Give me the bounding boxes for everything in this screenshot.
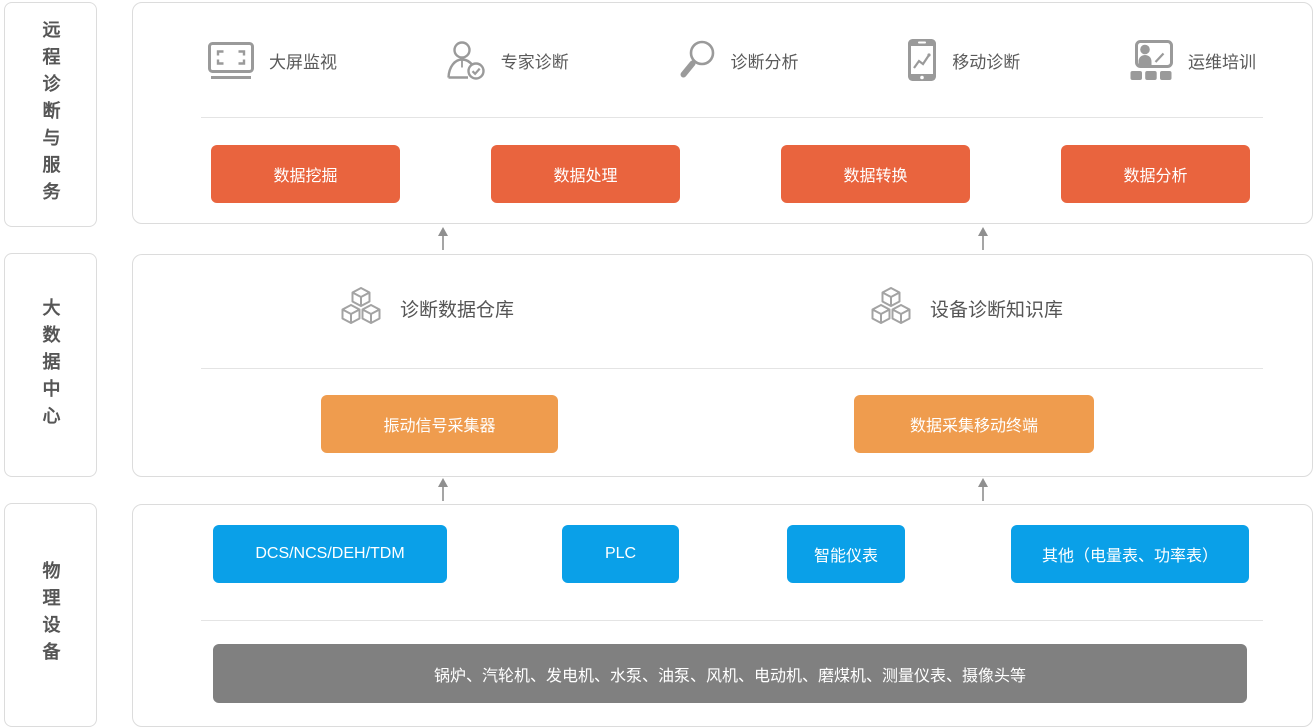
cubes-icon — [868, 285, 914, 331]
screen-monitor-icon — [208, 42, 254, 79]
node-plc-button[interactable]: PLC — [562, 525, 679, 583]
service-label: 运维培训 — [1188, 48, 1256, 73]
service-item: 诊断分析 — [678, 40, 799, 80]
node-other-meters-button[interactable]: 其他（电量表、功率表） — [1011, 525, 1249, 583]
up-arrow-icon — [976, 478, 990, 502]
service-item: 运维培训 — [1129, 40, 1256, 81]
magnifier-icon — [678, 40, 716, 80]
node-data-processing-button[interactable]: 数据处理 — [491, 145, 680, 203]
mobile-chart-icon — [907, 38, 937, 82]
node-data-transform-button[interactable]: 数据转换 — [781, 145, 970, 203]
services-row: 大屏监视 专家诊断 — [208, 24, 1256, 96]
node-smart-meter-button[interactable]: 智能仪表 — [787, 525, 905, 583]
service-item: 大屏监视 — [208, 42, 337, 79]
up-arrow-icon — [436, 478, 450, 502]
panel-remote-diagnosis-service: 大屏监视 专家诊断 — [132, 2, 1313, 224]
node-data-mining-button[interactable]: 数据挖掘 — [211, 145, 400, 203]
layer-box-big-data-center: 大数据中心 — [4, 253, 97, 477]
architecture-diagram: 远程诊断与服务 大数据中心 物理设备 大屏监视 — [0, 0, 1316, 728]
node-vibration-collector-button[interactable]: 振动信号采集器 — [321, 395, 558, 453]
cubes-icon — [338, 285, 384, 331]
panel-big-data-center: 诊断数据仓库 设备诊断知识库 振动信号采集器 数据采集移动终端 — [132, 254, 1313, 477]
layer-label: 物理设备 — [42, 561, 60, 669]
service-label: 诊断分析 — [731, 48, 799, 73]
divider — [201, 368, 1263, 369]
store-item: 设备诊断知识库 — [868, 283, 1063, 333]
panel-physical-devices: DCS/NCS/DEH/TDM PLC 智能仪表 其他（电量表、功率表） 锅炉、… — [132, 504, 1313, 727]
divider — [201, 117, 1263, 118]
store-label: 诊断数据仓库 — [400, 295, 514, 322]
layer-box-physical-devices: 物理设备 — [4, 503, 97, 727]
service-label: 大屏监视 — [269, 48, 337, 73]
node-mobile-data-terminal-button[interactable]: 数据采集移动终端 — [854, 395, 1094, 453]
node-dcs-ncs-deh-tdm-button[interactable]: DCS/NCS/DEH/TDM — [213, 525, 447, 583]
node-data-analysis-button[interactable]: 数据分析 — [1061, 145, 1250, 203]
layer-label: 大数据中心 — [42, 298, 60, 433]
divider — [201, 620, 1263, 621]
store-label: 设备诊断知识库 — [930, 295, 1063, 322]
service-label: 移动诊断 — [952, 48, 1020, 73]
training-icon — [1129, 40, 1173, 81]
up-arrow-icon — [436, 227, 450, 251]
service-item: 移动诊断 — [907, 38, 1020, 82]
expert-check-icon — [446, 40, 486, 81]
layer-box-remote-diagnosis: 远程诊断与服务 — [4, 2, 97, 227]
service-item: 专家诊断 — [446, 40, 569, 81]
store-item: 诊断数据仓库 — [338, 283, 514, 333]
layer-label: 远程诊断与服务 — [42, 20, 60, 209]
up-arrow-icon — [976, 227, 990, 251]
service-label: 专家诊断 — [501, 48, 569, 73]
devices-bar: 锅炉、汽轮机、发电机、水泵、油泵、风机、电动机、磨煤机、测量仪表、摄像头等 — [213, 644, 1247, 703]
